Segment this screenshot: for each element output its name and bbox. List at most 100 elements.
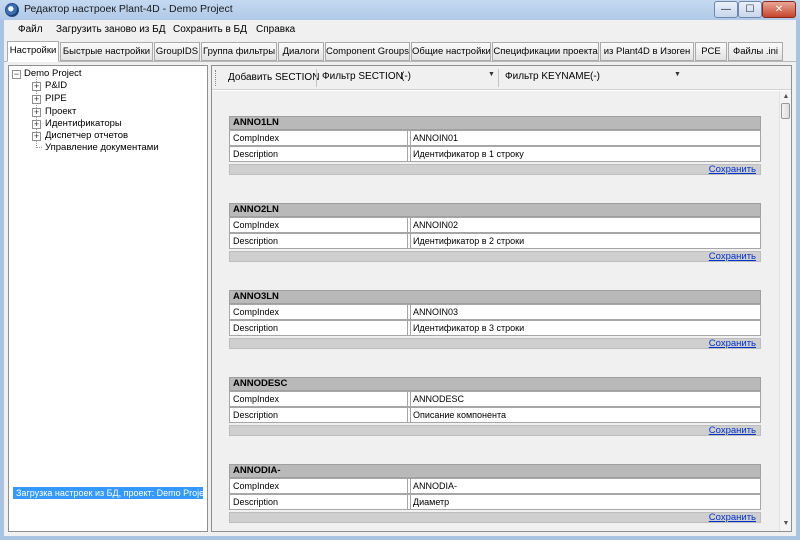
tab-pce[interactable]: PCE <box>695 42 727 61</box>
expand-icon[interactable]: + <box>32 95 41 104</box>
value-field[interactable]: Диаметр <box>410 495 760 509</box>
dropdown-arrow-icon[interactable]: ▼ <box>674 71 681 78</box>
tree-node-project[interactable]: + Проект <box>9 106 205 118</box>
tab-quick-settings[interactable]: Быстрые настройки <box>60 42 153 61</box>
key-value-row: Description Диаметр <box>229 494 761 510</box>
save-link[interactable]: Сохранить <box>709 512 756 523</box>
value-field[interactable]: ANNOIN03 <box>410 305 760 319</box>
tab-bar: Настройки Быстрые настройки GroupIDS Гру… <box>4 40 796 62</box>
value-field[interactable]: ANNOIN01 <box>410 131 760 145</box>
section-filter-label: Фильтр SECTION <box>322 71 403 82</box>
key-cell: Description <box>230 321 408 335</box>
key-cell: Description <box>230 147 408 161</box>
section-card: ANNODIA- CompIndex ANNODIA- Description … <box>229 464 761 531</box>
section-footer: Сохранить <box>229 425 761 436</box>
toolbar-grip-icon[interactable] <box>215 70 217 86</box>
tab-settings[interactable]: Настройки <box>7 41 59 62</box>
vertical-scrollbar[interactable]: ▲ ▼ <box>779 91 791 531</box>
key-cell: CompIndex <box>230 305 408 319</box>
section-footer: Сохранить <box>229 512 761 523</box>
save-link[interactable]: Сохранить <box>709 251 756 262</box>
key-value-row: Description Идентификатор в 2 строки <box>229 233 761 249</box>
key-value-row: CompIndex ANNODIA- <box>229 478 761 494</box>
value-field[interactable]: ANNODIA- <box>410 479 760 493</box>
value-field[interactable]: Идентификатор в 2 строки <box>410 234 760 248</box>
key-cell: CompIndex <box>230 131 408 145</box>
key-cell: CompIndex <box>230 218 408 232</box>
tab-plant4d-to-isogen[interactable]: из Plant4D в Изоген <box>600 42 694 61</box>
tab-groupids[interactable]: GroupIDS <box>154 42 200 61</box>
value-field[interactable]: ANNOIN02 <box>410 218 760 232</box>
tab-general-settings[interactable]: Общие настройки <box>411 42 491 61</box>
save-link[interactable]: Сохранить <box>709 425 756 436</box>
tab-group-filters[interactable]: Группа фильтры <box>201 42 277 61</box>
dropdown-arrow-icon[interactable]: ▼ <box>488 71 495 78</box>
scroll-down-arrow-icon[interactable]: ▼ <box>781 519 791 529</box>
keyname-filter-dropdown[interactable]: (-) <box>590 71 600 85</box>
section-card: ANNO1LN CompIndex ANNOIN01 Description И… <box>229 116 761 192</box>
menu-reload-from-db[interactable]: Загрузить заново из БД <box>56 24 166 35</box>
tree-node-report-manager[interactable]: + Диспетчер отчетов <box>9 130 205 142</box>
window-title: Редактор настроек Plant-4D - Demo Projec… <box>24 3 233 15</box>
expand-icon[interactable]: + <box>32 82 41 91</box>
close-button[interactable]: ✕ <box>762 1 796 18</box>
tree-node-document-management[interactable]: Управление документами <box>9 142 205 154</box>
menu-help[interactable]: Справка <box>256 24 295 35</box>
menu-file[interactable]: Файл <box>18 24 43 35</box>
tree-node-label: PIPE <box>45 93 67 104</box>
expand-icon[interactable]: + <box>32 120 41 129</box>
menu-bar: Файл Загрузить заново из БД Сохранить в … <box>4 22 796 40</box>
minimize-button[interactable]: — <box>714 1 738 18</box>
toolbar-separator <box>316 69 317 87</box>
tree-node-label: Идентификаторы <box>45 118 122 129</box>
tree-node-root[interactable]: − Demo Project <box>9 68 205 80</box>
value-field[interactable]: Идентификатор в 3 строки <box>410 321 760 335</box>
save-link[interactable]: Сохранить <box>709 338 756 349</box>
maximize-button[interactable]: ☐ <box>738 1 762 18</box>
section-card: ANNODESC CompIndex ANNODESC Description … <box>229 377 761 453</box>
keyname-filter-label: Фильтр KEYNAME <box>505 71 591 82</box>
save-link[interactable]: Сохранить <box>709 164 756 175</box>
expand-icon[interactable]: + <box>32 132 41 141</box>
section-footer: Сохранить <box>229 164 761 175</box>
tree-node-pid[interactable]: + P&ID <box>9 80 205 92</box>
scrollbar-thumb[interactable] <box>781 103 790 119</box>
value-field[interactable]: Идентификатор в 1 строку <box>410 147 760 161</box>
section-footer: Сохранить <box>229 251 761 262</box>
toolbar-separator <box>498 69 499 87</box>
status-message: Загрузка настроек из БД, проект: Demo Pr… <box>13 487 203 499</box>
tab-project-specs[interactable]: Спецификации проекта <box>492 42 599 61</box>
menu-save-to-db[interactable]: Сохранить в БД <box>173 24 247 35</box>
add-section-button[interactable]: Добавить SECTION <box>228 72 319 83</box>
tab-dialogs[interactable]: Диалоги <box>278 42 324 61</box>
client-area: Файл Загрузить заново из БД Сохранить в … <box>4 20 796 536</box>
sections-list: ANNO1LN CompIndex ANNOIN01 Description И… <box>212 91 779 531</box>
tree-node-label: Диспетчер отчетов <box>45 130 129 141</box>
section-filter-dropdown[interactable]: (-) <box>401 71 411 85</box>
key-value-row: CompIndex ANNODESC <box>229 391 761 407</box>
collapse-icon[interactable]: − <box>12 70 21 79</box>
editor-toolbar: Добавить SECTION Фильтр SECTION (-) ▼ Фи… <box>212 66 791 90</box>
app-icon <box>5 3 19 17</box>
tab-ini-files[interactable]: Файлы .ini <box>728 42 783 61</box>
tree-node-label: Проект <box>45 106 77 117</box>
section-title: ANNO3LN <box>229 290 761 304</box>
key-cell: Description <box>230 234 408 248</box>
scroll-up-arrow-icon[interactable]: ▲ <box>781 92 791 102</box>
tree-node-pipe[interactable]: + PIPE <box>9 93 205 105</box>
key-value-row: Description Описание компонента <box>229 407 761 423</box>
title-bar[interactable]: Редактор настроек Plant-4D - Demo Projec… <box>0 0 800 20</box>
tab-component-groups[interactable]: Component Groups <box>325 42 410 61</box>
tree-node-identifiers[interactable]: + Идентификаторы <box>9 118 205 130</box>
value-field[interactable]: Описание компонента <box>410 408 760 422</box>
value-field[interactable]: ANNODESC <box>410 392 760 406</box>
tree-node-label: P&ID <box>45 80 68 91</box>
tree-node-label: Demo Project <box>24 68 82 79</box>
section-title: ANNO2LN <box>229 203 761 217</box>
key-value-row: CompIndex ANNOIN01 <box>229 130 761 146</box>
key-cell: CompIndex <box>230 392 408 406</box>
tree-node-label: Управление документами <box>45 142 159 153</box>
expand-icon[interactable]: + <box>32 108 41 117</box>
key-value-row: Description Идентификатор в 3 строки <box>229 320 761 336</box>
section-title: ANNODIA- <box>229 464 761 478</box>
